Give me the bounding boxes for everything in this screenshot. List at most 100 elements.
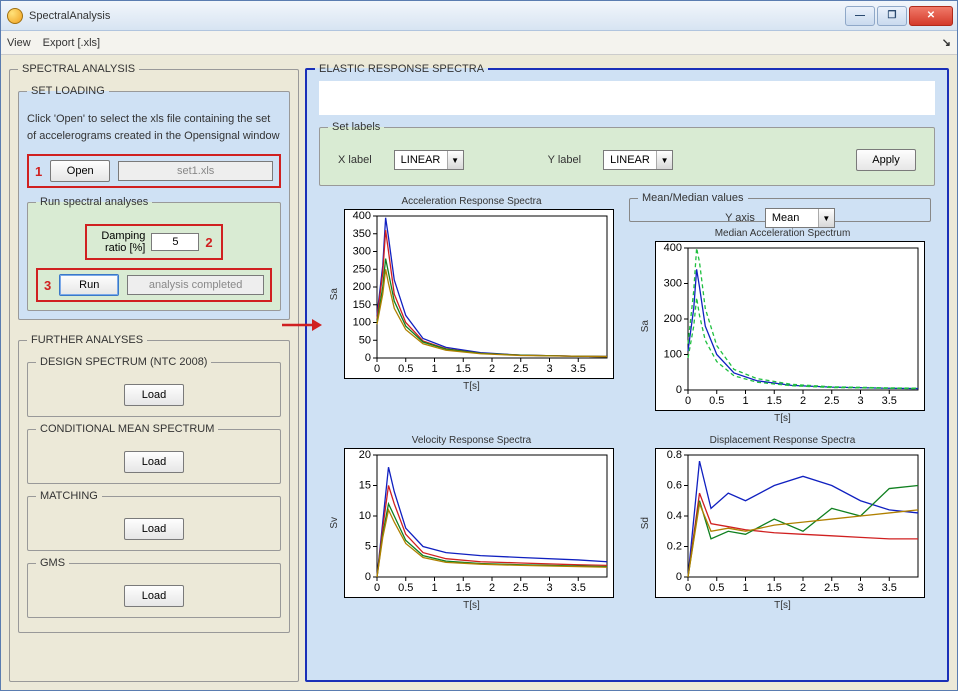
svg-text:2.5: 2.5 xyxy=(513,582,528,594)
svg-text:2.5: 2.5 xyxy=(824,582,839,594)
gms-group: GMS Load xyxy=(27,557,281,618)
chart-xlabel: T[s] xyxy=(463,381,480,392)
svg-text:20: 20 xyxy=(359,449,371,461)
svg-text:300: 300 xyxy=(353,246,371,258)
chart-xlabel: T[s] xyxy=(774,600,791,611)
maximize-button[interactable]: ❐ xyxy=(877,6,907,26)
client-area: SPECTRAL ANALYSIS SET LOADING Click 'Ope… xyxy=(1,55,957,690)
chart-acceleration: Acceleration Response Spectra Sa 00.511.… xyxy=(323,196,620,425)
apply-button[interactable]: Apply xyxy=(856,149,916,171)
load-design-button[interactable]: Load xyxy=(124,384,184,406)
svg-text:1.5: 1.5 xyxy=(456,582,471,594)
chart-displacement: Displacement Response Spectra Sd 00.511.… xyxy=(634,435,931,664)
svg-text:0: 0 xyxy=(365,571,371,583)
svg-text:0.5: 0.5 xyxy=(709,582,724,594)
minimize-button[interactable]: — xyxy=(845,6,875,26)
app-icon xyxy=(7,8,23,24)
set-loading-legend: SET LOADING xyxy=(27,85,109,97)
ers-top-blank xyxy=(319,81,935,115)
chart-ylabel: Sa xyxy=(640,320,651,332)
set-loading-panel: SET LOADING Click 'Open' to select the x… xyxy=(18,85,290,320)
close-button[interactable]: ✕ xyxy=(909,6,953,26)
svg-text:250: 250 xyxy=(353,263,371,275)
matching-group: MATCHING Load xyxy=(27,490,281,551)
run-analyses-legend: Run spectral analyses xyxy=(36,196,152,208)
svg-text:1: 1 xyxy=(431,363,437,375)
load-gms-button[interactable]: Load xyxy=(124,585,184,607)
svg-text:0.2: 0.2 xyxy=(667,541,682,553)
xlabel-label: X label xyxy=(338,154,372,166)
svg-text:2.5: 2.5 xyxy=(824,395,839,407)
svg-text:1: 1 xyxy=(431,582,437,594)
menu-view[interactable]: View xyxy=(7,37,31,49)
svg-text:100: 100 xyxy=(353,317,371,329)
spectral-analysis-legend: SPECTRAL ANALYSIS xyxy=(18,63,139,75)
svg-text:1.5: 1.5 xyxy=(767,395,782,407)
yaxis-label: Y axis xyxy=(725,212,755,224)
marker-3: 3 xyxy=(44,278,51,293)
menubar: View Export [.xls] ↘ xyxy=(1,31,957,55)
load-cms-button[interactable]: Load xyxy=(124,451,184,473)
chart-plot: 00.511.522.533.5050100150200250300350400 xyxy=(344,209,614,379)
svg-text:3: 3 xyxy=(546,363,552,375)
damping-input[interactable] xyxy=(151,233,199,251)
set-labels-panel: Set labels X label LINEAR ▼ Y label LINE… xyxy=(319,121,935,186)
svg-text:10: 10 xyxy=(359,510,371,522)
further-analyses-legend: FURTHER ANALYSES xyxy=(27,334,147,346)
open-button[interactable]: Open xyxy=(50,160,110,182)
svg-text:400: 400 xyxy=(353,210,371,222)
chart-title: Displacement Response Spectra xyxy=(710,435,856,446)
chart-title: Median Acceleration Spectrum xyxy=(715,228,851,239)
menu-export[interactable]: Export [.xls] xyxy=(43,37,100,49)
matching-legend: MATCHING xyxy=(36,490,102,502)
svg-text:400: 400 xyxy=(664,242,682,254)
set-loading-instructions: Click 'Open' to select the xls file cont… xyxy=(27,111,281,144)
svg-text:0.6: 0.6 xyxy=(667,480,682,492)
svg-text:0: 0 xyxy=(685,395,691,407)
marker-2: 2 xyxy=(205,235,212,250)
titlebar[interactable]: SpectralAnalysis — ❐ ✕ xyxy=(1,1,957,31)
mean-median-panel: Mean/Median values Y axis Mean ▼ xyxy=(629,192,931,222)
yaxis-select[interactable]: Mean ▼ xyxy=(765,208,835,228)
chevron-down-icon: ▼ xyxy=(656,151,672,169)
chevron-down-icon: ▼ xyxy=(447,151,463,169)
ylabel-label: Y label xyxy=(548,154,581,166)
svg-text:0.5: 0.5 xyxy=(709,395,724,407)
run-button[interactable]: Run xyxy=(59,274,119,296)
toolbar-toggle-icon[interactable]: ↘ xyxy=(942,36,951,49)
xlabel-select[interactable]: LINEAR ▼ xyxy=(394,150,464,170)
ylabel-select-value: LINEAR xyxy=(604,154,656,166)
svg-text:3.5: 3.5 xyxy=(882,395,897,407)
set-labels-legend: Set labels xyxy=(328,121,384,133)
app-window: SpectralAnalysis — ❐ ✕ View Export [.xls… xyxy=(0,0,958,691)
svg-text:2: 2 xyxy=(489,363,495,375)
svg-text:2.5: 2.5 xyxy=(513,363,528,375)
svg-text:0: 0 xyxy=(374,582,380,594)
svg-text:150: 150 xyxy=(353,299,371,311)
xlabel-select-value: LINEAR xyxy=(395,154,447,166)
svg-text:0.4: 0.4 xyxy=(667,510,682,522)
further-analyses-panel: FURTHER ANALYSES DESIGN SPECTRUM (NTC 20… xyxy=(18,334,290,633)
load-matching-button[interactable]: Load xyxy=(124,518,184,540)
svg-text:0.8: 0.8 xyxy=(667,449,682,461)
svg-text:2: 2 xyxy=(489,582,495,594)
design-spectrum-group: DESIGN SPECTRUM (NTC 2008) Load xyxy=(27,356,281,417)
svg-text:300: 300 xyxy=(664,278,682,290)
cms-group: CONDITIONAL MEAN SPECTRUM Load xyxy=(27,423,281,484)
svg-text:0: 0 xyxy=(365,352,371,364)
run-marker-box: 3 Run analysis completed xyxy=(36,268,272,302)
chart-ylabel: Sa xyxy=(329,288,340,300)
svg-text:0: 0 xyxy=(685,582,691,594)
chart-xlabel: T[s] xyxy=(463,600,480,611)
chart-median-acceleration: Median Acceleration Spectrum Sa 0 0.5 1 1.5… xyxy=(634,228,931,425)
chart-xlabel: T[s] xyxy=(774,413,791,424)
chart-ylabel: Sv xyxy=(329,517,340,529)
damping-label: Damping ratio [%] xyxy=(95,230,145,254)
svg-text:1: 1 xyxy=(742,395,748,407)
charts-area: Mean/Median values Y axis Mean ▼ Acceler… xyxy=(315,192,939,672)
selected-file-display: set1.xls xyxy=(118,161,273,181)
ylabel-select[interactable]: LINEAR ▼ xyxy=(603,150,673,170)
svg-text:3.5: 3.5 xyxy=(882,582,897,594)
open-file-marker-box: 1 Open set1.xls xyxy=(27,154,281,188)
svg-text:2: 2 xyxy=(800,395,806,407)
